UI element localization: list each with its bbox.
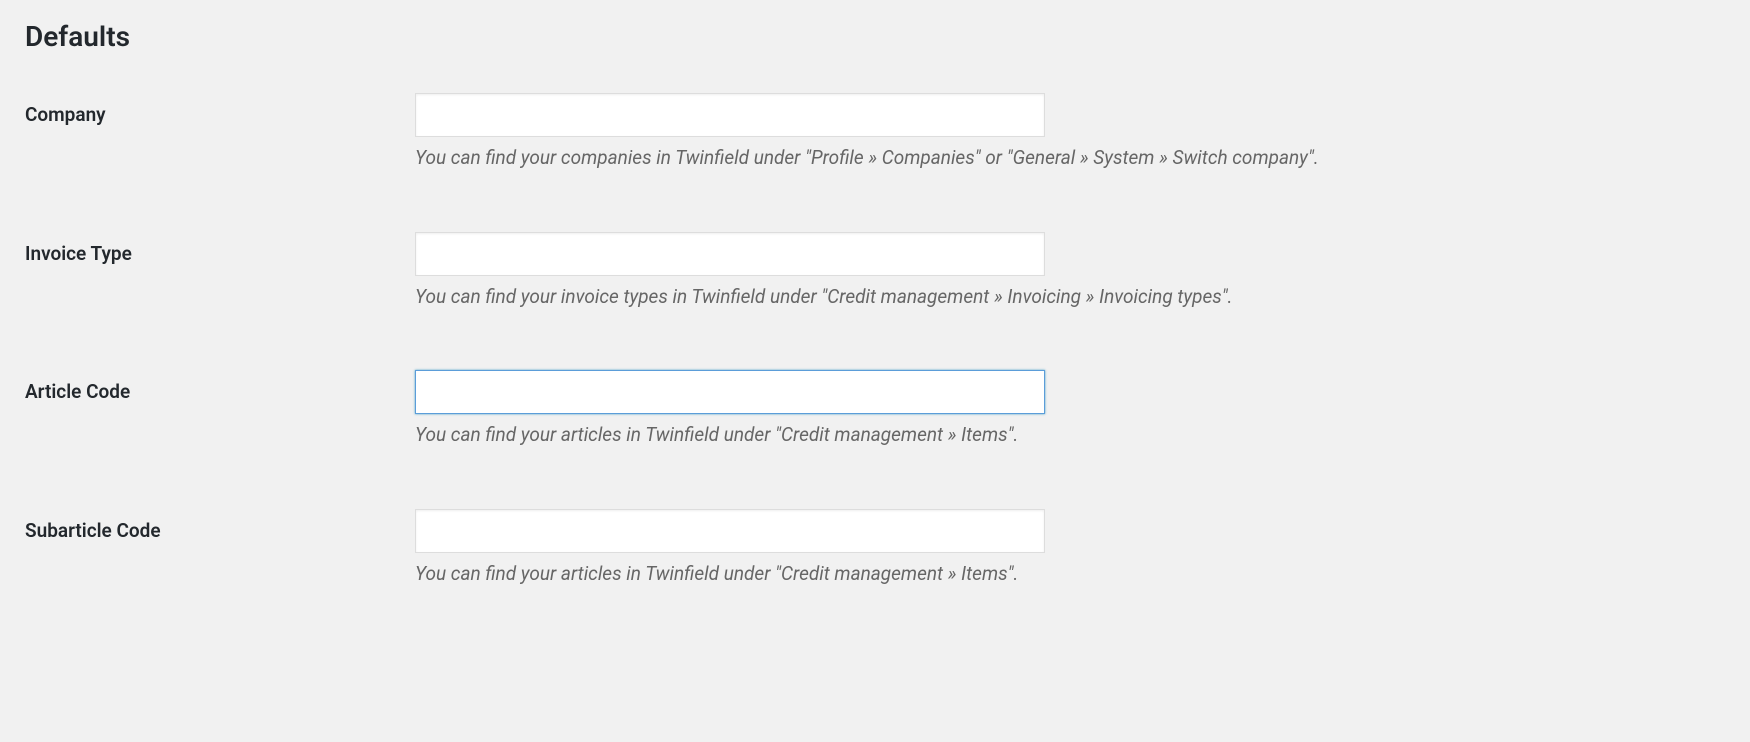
article-code-input[interactable]	[415, 370, 1045, 414]
form-row-invoice-type: Invoice Type You can find your invoice t…	[20, 232, 1730, 311]
company-description: You can find your companies in Twinfield…	[415, 145, 1730, 172]
subarticle-code-description: You can find your articles in Twinfield …	[415, 561, 1730, 588]
company-label: Company	[20, 93, 415, 126]
article-code-field-wrapper: You can find your articles in Twinfield …	[415, 370, 1730, 449]
form-row-article-code: Article Code You can find your articles …	[20, 370, 1730, 449]
invoice-type-input[interactable]	[415, 232, 1045, 276]
section-heading: Defaults	[25, 20, 1730, 53]
company-input[interactable]	[415, 93, 1045, 137]
form-row-subarticle-code: Subarticle Code You can find your articl…	[20, 509, 1730, 588]
form-row-company: Company You can find your companies in T…	[20, 93, 1730, 172]
article-code-label: Article Code	[20, 370, 415, 403]
invoice-type-label: Invoice Type	[20, 232, 415, 265]
defaults-form: Company You can find your companies in T…	[20, 93, 1730, 587]
invoice-type-description: You can find your invoice types in Twinf…	[415, 284, 1730, 311]
article-code-description: You can find your articles in Twinfield …	[415, 422, 1730, 449]
subarticle-code-input[interactable]	[415, 509, 1045, 553]
subarticle-code-field-wrapper: You can find your articles in Twinfield …	[415, 509, 1730, 588]
subarticle-code-label: Subarticle Code	[20, 509, 415, 542]
company-field-wrapper: You can find your companies in Twinfield…	[415, 93, 1730, 172]
invoice-type-field-wrapper: You can find your invoice types in Twinf…	[415, 232, 1730, 311]
